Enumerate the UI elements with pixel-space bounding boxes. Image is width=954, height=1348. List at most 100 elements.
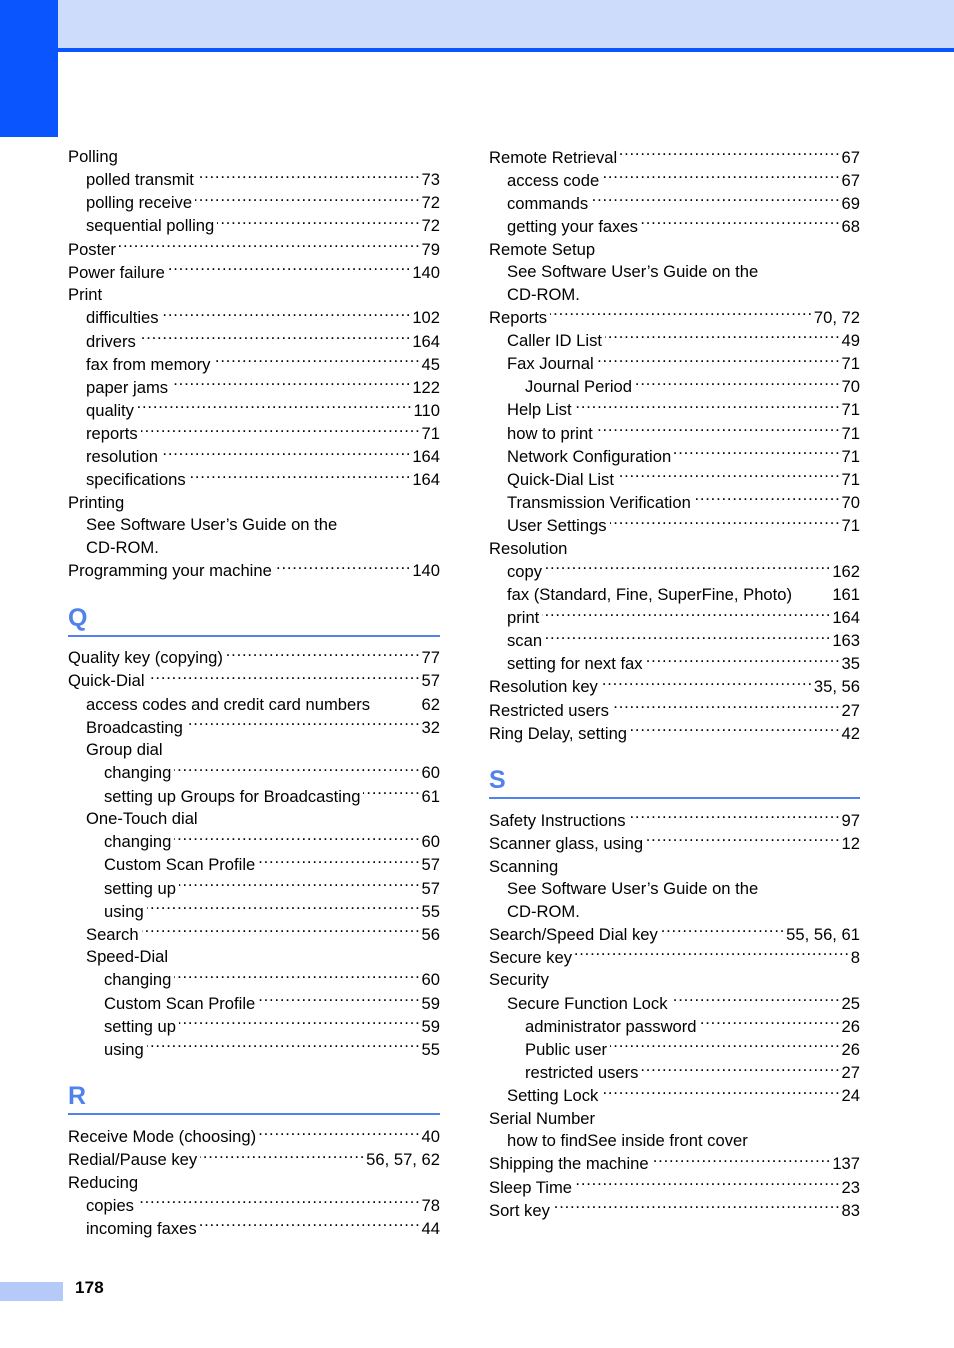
index-entry: Receive Mode (choosing) 40	[68, 1125, 440, 1148]
index-entry: setting up 59	[68, 1015, 440, 1038]
index-entry: Search 56	[68, 923, 440, 946]
index-entry-leader-dots	[661, 923, 785, 940]
index-entry: Fax Journal 71	[489, 352, 860, 375]
index-entry-label: Scanner glass, using	[489, 834, 644, 854]
index-entry-leader-dots	[139, 330, 412, 347]
index-entry-leader-dots	[195, 192, 420, 209]
index-entry-label: difficulties	[86, 308, 159, 328]
index-entry: See Software User’s Guide on the	[489, 878, 860, 901]
index-entry-leader-dots	[179, 877, 421, 894]
index-entry-leader-dots	[671, 992, 841, 1009]
index-entry-page-number: 42	[841, 723, 860, 743]
index-entry-leader-dots	[545, 560, 831, 577]
index-entry-leader-dots	[646, 653, 841, 670]
index-entry: polling receive 72	[68, 192, 440, 215]
header-rule	[58, 48, 954, 52]
index-entry-page-number: 164	[832, 608, 860, 628]
index-entry: Help List 71	[489, 399, 860, 422]
index-entry-page-number: 40	[421, 1127, 440, 1147]
index-entry: Print	[68, 284, 440, 307]
index-entry-page-number: 32	[421, 717, 440, 737]
index-entry: using 55	[68, 900, 440, 923]
index-entry: paper jams 122	[68, 376, 440, 399]
index-column-left: Polling polled transmit 73 polling receive 7…	[68, 146, 440, 1241]
index-entry-page-number: 57	[421, 671, 440, 691]
index-entry-label: using	[104, 901, 144, 921]
index-entry: One-Touch dial	[68, 808, 440, 831]
index-entry-label: Ring Delay, setting	[489, 723, 628, 743]
index-entry-label: commands	[507, 193, 589, 213]
index-column-right: Remote Retrieval 67 access code 67 commands 6…	[489, 146, 860, 1222]
index-entry: Broadcasting 32	[68, 716, 440, 739]
index-entry-page-number: 79	[421, 239, 440, 259]
index-entry-leader-dots	[142, 923, 421, 940]
index-entry-leader-dots	[119, 238, 421, 255]
index-entry-page-number: 72	[421, 216, 440, 236]
index-entry-leader-dots	[141, 423, 421, 440]
index-entry: reports 71	[68, 423, 440, 446]
index-entry-label: Security	[489, 970, 549, 990]
index-entry-page-number: 97	[841, 810, 860, 830]
index-entry-page-number: 161	[832, 584, 860, 604]
index-entry-label: Search	[86, 924, 139, 944]
index-entry-label: incoming faxes	[86, 1219, 197, 1239]
index-entry: getting your faxes 68	[489, 215, 860, 238]
index-entry-page-number: 49	[841, 330, 860, 350]
index-entry-page-number: 12	[841, 834, 860, 854]
index-entry-label: Programming your machine	[68, 561, 272, 581]
index-entry-page-number: 102	[412, 308, 440, 328]
index-entry-page-number: 71	[841, 516, 860, 536]
header-banner	[58, 0, 954, 48]
index-entry-leader-dots	[137, 1194, 421, 1211]
index-entry-leader-dots	[646, 832, 840, 849]
index-entry-label: Serial Number	[489, 1108, 596, 1128]
index-entry: Restricted users 27	[489, 699, 860, 722]
index-entry-page-number: 61	[421, 786, 440, 806]
index-entry-page-number: 73	[421, 170, 440, 190]
index-entry-label: Resolution	[489, 538, 568, 558]
index-entry-label: changing	[104, 970, 172, 990]
index-entry-page-number: 137	[832, 1154, 860, 1174]
index-entry-page-number: 110	[413, 400, 440, 420]
index-entry-leader-dots	[258, 992, 420, 1009]
index-entry: difficulties 102	[68, 307, 440, 330]
index-entry: scan 163	[489, 630, 860, 653]
index-entry-label: setting up	[104, 1016, 176, 1036]
index-entry-group: Quality key (copying)77Quick-Dial57acces…	[68, 647, 440, 1062]
index-entry-leader-dots	[545, 630, 831, 647]
index-entry-page-number: 164	[412, 470, 440, 490]
index-entry-leader-dots	[226, 647, 421, 664]
index-section-rule	[68, 634, 440, 637]
index-entry-leader-dots	[694, 491, 841, 508]
index-entry-leader-dots	[174, 969, 420, 986]
index-entry-label: User Settings	[507, 516, 607, 536]
index-entry: administrator password 26	[489, 1015, 860, 1038]
index-entry: using 55	[68, 1038, 440, 1061]
index-entry-leader-dots	[617, 468, 841, 485]
index-section-s: SSafety Instructions97Scanner glass, usi…	[489, 765, 860, 1222]
index-entry-label: Reducing	[68, 1172, 139, 1192]
index-entry: incoming faxes 44	[68, 1217, 440, 1240]
index-entry-label: sequential polling	[86, 216, 215, 236]
index-section-q: QQuality key (copying)77Quick-Dial57acce…	[68, 603, 440, 1062]
index-entry-label: Custom Scan Profile	[104, 855, 256, 875]
index-entry-leader-dots	[174, 831, 420, 848]
index-entry-leader-dots	[161, 446, 411, 463]
index-entry-page-number: 68	[841, 217, 860, 237]
index-entry: Quick-Dial List 71	[489, 468, 860, 491]
index-entry: Security	[489, 969, 860, 992]
index-entry-leader-dots	[179, 1015, 421, 1032]
index-entry-page-number: 56, 57, 62	[366, 1150, 440, 1170]
index-entry-leader-dots	[641, 1061, 840, 1078]
index-entry-page-number: 71	[841, 446, 860, 466]
index-entry-leader-dots	[553, 1199, 841, 1216]
index-entry: resolution 164	[68, 446, 440, 469]
index-entry: changing 60	[68, 831, 440, 854]
index-entry: Sleep Time 23	[489, 1176, 860, 1199]
index-entry-label: Fax Journal	[507, 354, 594, 374]
index-entry-label: Setting Lock	[507, 1086, 599, 1106]
index-entry-leader-dots	[620, 146, 840, 163]
index-entry-leader-dots	[575, 1176, 841, 1193]
index-entry-leader-dots	[200, 1217, 421, 1234]
index-entry-label: using	[104, 1039, 144, 1059]
